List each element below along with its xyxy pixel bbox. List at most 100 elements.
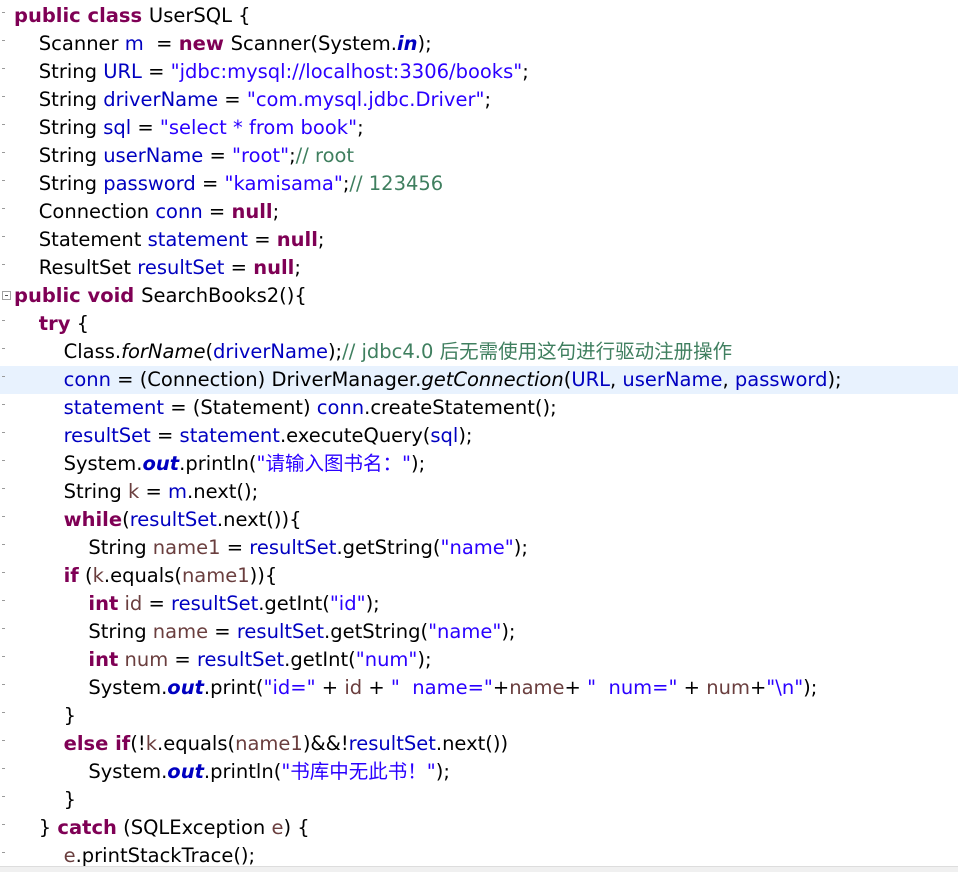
code-token: ; (522, 60, 529, 83)
code-line[interactable]: statement = (Statement) conn.createState… (0, 394, 958, 422)
code-token: ); (327, 340, 343, 363)
code-line[interactable]: System.out.println("书库中无此书！"); (0, 758, 958, 786)
code-line[interactable]: String name = resultSet.getString("name"… (0, 618, 958, 646)
gutter-marker (2, 796, 5, 797)
code-token: = (220, 536, 250, 559)
code-token: Scanner(System. (230, 32, 397, 55)
code-token: // root (295, 144, 355, 167)
gutter-marker (2, 376, 5, 377)
code-line[interactable]: Scanner m = new Scanner(System.in); (0, 30, 958, 58)
code-line[interactable]: Connection conn = null; (0, 198, 958, 226)
code-token: , (722, 368, 735, 391)
code-text: Class.forName(driverName);// jdbc4.0 后无需… (14, 338, 733, 366)
code-line[interactable]: String URL = "jdbc:mysql://localhost:330… (0, 58, 958, 86)
code-line[interactable]: if (k.equals(name1)){ (0, 562, 958, 590)
code-token: Class. (14, 340, 122, 363)
code-line[interactable]: } (0, 702, 958, 730)
code-text: String sql = "select * from book"; (14, 114, 364, 142)
code-text: String password = "kamisama";// 123456 (14, 170, 443, 198)
code-line[interactable]: String driverName = "com.mysql.jdbc.Driv… (0, 86, 958, 114)
code-line[interactable]: System.out.print("id=" + id + " name="+n… (0, 674, 958, 702)
code-token: = (168, 648, 197, 671)
code-token: } (14, 704, 76, 727)
code-line[interactable]: try { (0, 310, 958, 338)
gutter-marker (2, 320, 5, 321)
code-token: ); (458, 424, 473, 447)
code-line[interactable]: ResultSet resultSet = null; (0, 254, 958, 282)
code-line[interactable]: int id = resultSet.getInt("id"); (0, 590, 958, 618)
code-token: while (63, 508, 123, 531)
code-token: String (14, 116, 104, 139)
code-token: (SQLException (116, 816, 272, 839)
gutter-marker (2, 208, 5, 209)
code-text: while(resultSet.next()){ (14, 506, 302, 534)
code-token: = (142, 592, 172, 615)
code-token: getConnection (421, 368, 564, 391)
code-token: new (178, 32, 231, 55)
code-line[interactable]: Statement statement = null; (0, 226, 958, 254)
code-token: Connection (14, 200, 156, 223)
code-token: m (168, 480, 188, 503)
code-line[interactable]: String userName = "root";// root (0, 142, 958, 170)
code-line[interactable]: String sql = "select * from book"; (0, 114, 958, 142)
code-token: "书库中无此书！" (281, 760, 436, 783)
code-token: null (276, 228, 318, 251)
code-text: String userName = "root";// root (14, 142, 354, 170)
code-line[interactable]: public class UserSQL { (0, 2, 958, 30)
code-line[interactable]: } (0, 786, 958, 814)
code-line[interactable]: conn = (Connection) DriverManager.getCon… (0, 366, 958, 394)
code-text: System.out.println("书库中无此书！"); (14, 758, 450, 786)
code-token: "id" (329, 592, 366, 615)
code-token: ); (435, 760, 450, 783)
code-token: ; (317, 228, 325, 251)
code-token: String (14, 60, 104, 83)
code-token: + (749, 676, 767, 699)
code-token: ); (501, 620, 516, 643)
gutter-marker (2, 236, 5, 237)
code-token: ); (827, 368, 842, 391)
gutter-marker (2, 460, 5, 461)
code-token: if (63, 564, 79, 587)
code-token: + (677, 676, 707, 699)
code-token: // jdbc4.0 后无需使用这句进行驱动注册操作 (342, 340, 733, 363)
code-line[interactable]: String k = m.next(); (0, 478, 958, 506)
code-text: String driverName = "com.mysql.jdbc.Driv… (14, 86, 491, 114)
horizontal-scrollbar[interactable] (0, 866, 958, 872)
code-editor[interactable]: public class UserSQL { Scanner m = new S… (0, 0, 958, 867)
code-token: Scanner (14, 32, 125, 55)
gutter-marker (2, 852, 5, 853)
code-line[interactable]: System.out.println("请输入图书名："); (0, 450, 958, 478)
code-text: String name1 = resultSet.getString("name… (14, 534, 528, 562)
code-line[interactable]: } catch (SQLException e) { (0, 814, 958, 842)
code-line[interactable]: String password = "kamisama";// 123456 (0, 170, 958, 198)
code-text: System.out.println("请输入图书名："); (14, 450, 426, 478)
code-token: conn (155, 200, 203, 223)
gutter-marker (2, 656, 5, 657)
code-token: userName (103, 144, 204, 167)
code-token: else if (63, 732, 131, 755)
code-line[interactable]: else if(!k.equals(name1)&&!resultSet.nex… (0, 730, 958, 758)
fold-collapse-icon[interactable] (2, 291, 11, 300)
code-line[interactable]: String name1 = resultSet.getString("name… (0, 534, 958, 562)
code-token: driverName (103, 88, 219, 111)
code-token: } (14, 788, 76, 811)
code-line[interactable]: resultSet = statement.executeQuery(sql); (0, 422, 958, 450)
code-text: Connection conn = null; (14, 198, 279, 226)
code-token: " name=" (390, 676, 493, 699)
code-token: ); (417, 648, 432, 671)
gutter-marker (2, 544, 5, 545)
gutter-marker (2, 740, 5, 741)
code-line[interactable]: public void SearchBooks2(){ (0, 282, 958, 310)
code-text: String name = resultSet.getString("name"… (14, 618, 516, 646)
code-token: + (564, 676, 588, 699)
code-line[interactable]: int num = resultSet.getInt("num"); (0, 646, 958, 674)
code-token: id (344, 676, 363, 699)
code-token: = (150, 424, 180, 447)
code-token: ( (78, 564, 93, 587)
code-line[interactable]: while(resultSet.next()){ (0, 506, 958, 534)
code-token: in (396, 32, 418, 55)
code-line[interactable]: Class.forName(driverName);// jdbc4.0 后无需… (0, 338, 958, 366)
